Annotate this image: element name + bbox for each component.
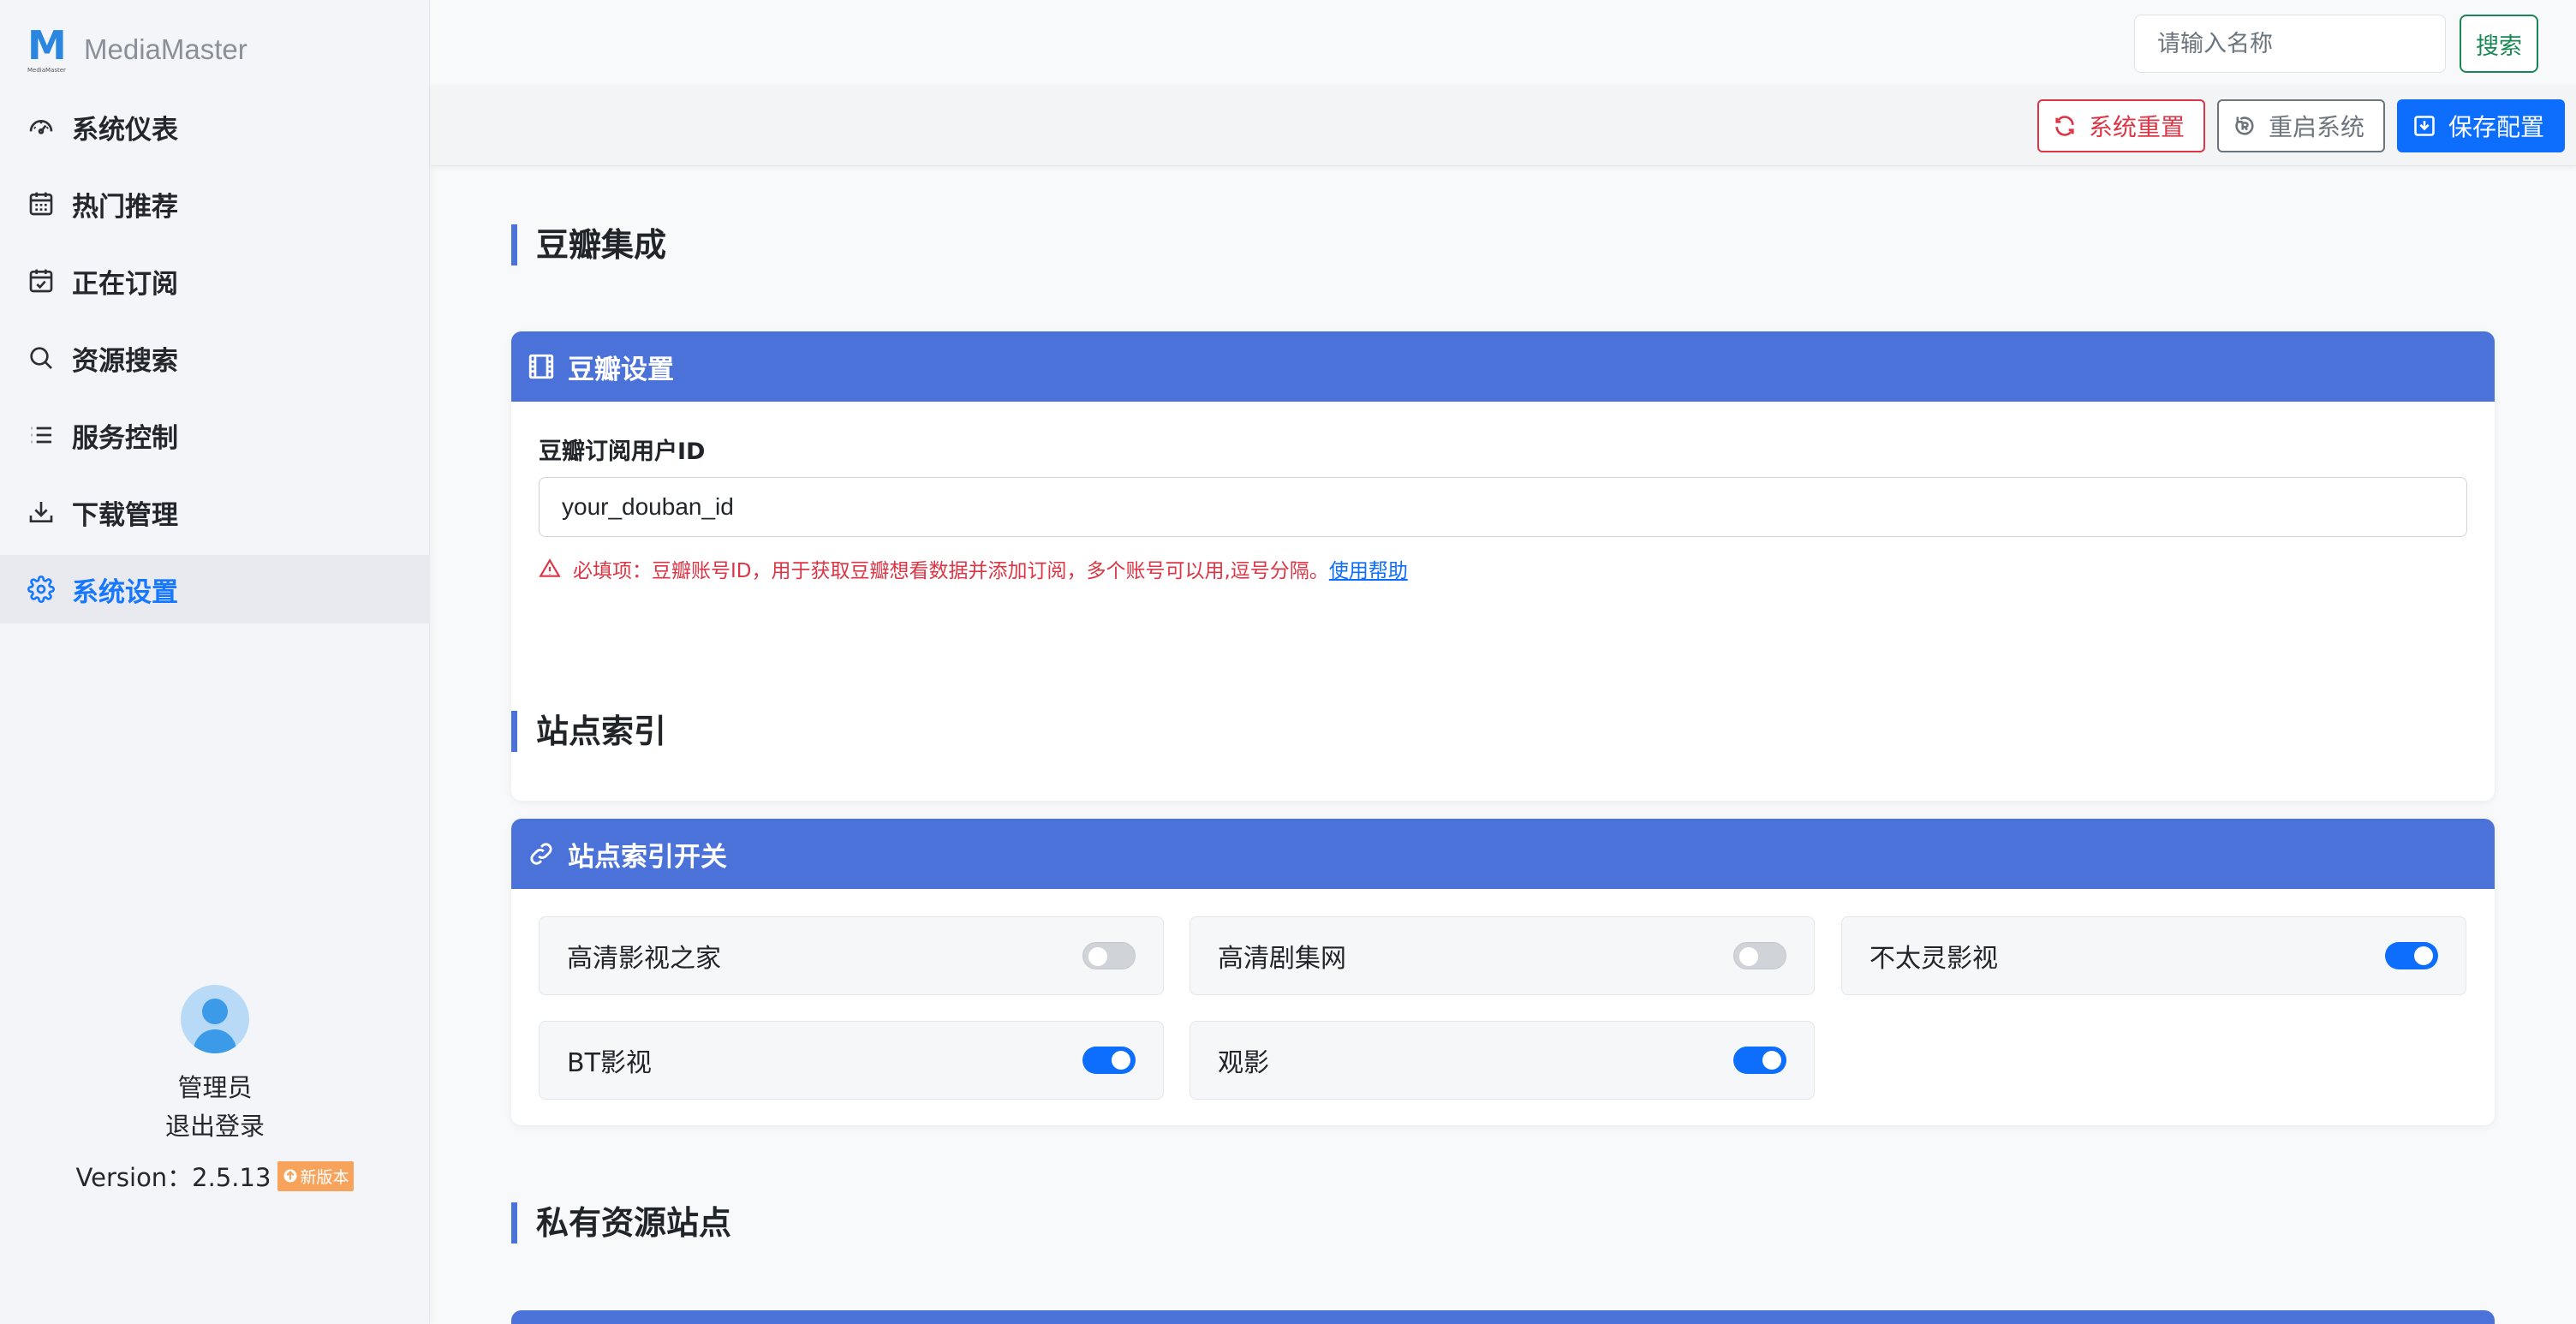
- arrow-up-icon: [283, 1169, 297, 1183]
- card-header-sites: 站点索引开关: [511, 819, 2495, 889]
- save-config-button[interactable]: 保存配置: [2397, 99, 2565, 152]
- usage-help-link[interactable]: 使用帮助: [1329, 554, 1408, 583]
- site-toggle-switch[interactable]: [1733, 942, 1786, 969]
- main-content: 豆瓣集成 豆瓣设置 豆瓣订阅用户ID 必填项：豆瓣账号ID，用于获取豆瓣想看数据…: [431, 166, 2576, 1324]
- site-toggle-tile[interactable]: 不太灵影视: [1841, 916, 2466, 995]
- calendar-check-icon: [26, 265, 57, 296]
- douban-settings-card: 豆瓣设置 豆瓣订阅用户ID 必填项：豆瓣账号ID，用于获取豆瓣想看数据并添加订阅…: [511, 331, 2495, 801]
- user-name: 管理员: [177, 1073, 253, 1102]
- version-line: Version：2.5.13 新版本: [0, 1158, 430, 1194]
- sidebar: M MediaMaster MediaMaster 系统仪表 热门推荐 正在订阅: [0, 0, 430, 1324]
- site-toggle-switch[interactable]: [1082, 942, 1136, 969]
- version-text: Version：2.5.13: [75, 1163, 271, 1192]
- sidebar-item-label: 热门推荐: [72, 191, 178, 223]
- douban-user-id-label: 豆瓣订阅用户ID: [539, 438, 706, 465]
- private-sites-card-header: [511, 1310, 2495, 1324]
- site-name: BT影视: [567, 1048, 652, 1078]
- site-toggle-tile[interactable]: 高清剧集网: [1190, 916, 1815, 995]
- sidebar-item-label: 系统仪表: [72, 114, 178, 146]
- brand[interactable]: M MediaMaster MediaMaster: [27, 24, 247, 75]
- douban-user-id-input[interactable]: [539, 477, 2467, 537]
- save-download-icon: [2414, 116, 2435, 136]
- sidebar-item-dashboard[interactable]: 系统仪表: [0, 92, 430, 161]
- site-toggle-tile[interactable]: 观影: [1190, 1021, 1815, 1100]
- douban-hint-text: 必填项：豆瓣账号ID，用于获取豆瓣想看数据并添加订阅，多个账号可以用,逗号分隔。: [573, 560, 1329, 582]
- sidebar-item-label: 资源搜索: [72, 345, 178, 377]
- site-index-card: 站点索引开关 高清影视之家 高清剧集网 不太灵影视 BT影视 观影: [511, 819, 2495, 1125]
- sidebar-nav: 系统仪表 热门推荐 正在订阅 资源搜索 服务控制 下载管理 系统设置: [0, 92, 430, 632]
- card-header-douban: 豆瓣设置: [511, 331, 2495, 402]
- restart-system-button[interactable]: 重启系统: [2217, 99, 2385, 152]
- douban-hint: 必填项：豆瓣账号ID，用于获取豆瓣想看数据并添加订阅，多个账号可以用,逗号分隔。…: [539, 554, 1408, 583]
- speedometer-icon: [26, 111, 57, 142]
- search-icon: [26, 343, 57, 373]
- sidebar-item-label: 正在订阅: [72, 268, 178, 300]
- site-name: 不太灵影视: [1869, 944, 1998, 974]
- restart-system-label: 重启系统: [2269, 114, 2365, 140]
- section-title-sites: 站点索引: [511, 711, 666, 752]
- sidebar-item-hot[interactable]: 热门推荐: [0, 170, 430, 238]
- gear-icon: [26, 574, 57, 605]
- sidebar-item-services[interactable]: 服务控制: [0, 401, 430, 469]
- section-title-douban: 豆瓣集成: [511, 224, 666, 265]
- warning-icon: [539, 558, 561, 577]
- list-icon: [26, 420, 57, 450]
- system-reset-label: 系统重置: [2089, 114, 2185, 140]
- sidebar-item-label: 下载管理: [72, 499, 178, 531]
- brand-name: MediaMaster: [84, 33, 247, 65]
- card-title: 站点索引开关: [568, 841, 727, 873]
- site-name: 高清影视之家: [567, 944, 721, 974]
- sidebar-item-subscriptions[interactable]: 正在订阅: [0, 247, 430, 315]
- site-toggle-tile[interactable]: 高清影视之家: [539, 916, 1164, 995]
- site-toggle-tile[interactable]: BT影视: [539, 1021, 1164, 1100]
- avatar: [181, 985, 249, 1053]
- site-toggle-switch[interactable]: [2385, 942, 2438, 969]
- section-title-private: 私有资源站点: [511, 1202, 731, 1243]
- search-input[interactable]: [2134, 15, 2446, 73]
- film-icon: [528, 354, 554, 379]
- new-version-badge[interactable]: 新版本: [277, 1160, 355, 1191]
- search-button[interactable]: 搜索: [2460, 15, 2538, 73]
- site-name: 高清剧集网: [1218, 944, 1346, 974]
- sidebar-item-settings[interactable]: 系统设置: [0, 555, 430, 623]
- site-toggle-switch[interactable]: [1733, 1047, 1786, 1074]
- sidebar-item-downloads[interactable]: 下载管理: [0, 478, 430, 546]
- new-version-label: 新版本: [300, 1167, 349, 1187]
- restart-icon: [2235, 116, 2254, 135]
- site-name: 观影: [1218, 1048, 1269, 1078]
- calendar-grid-icon: [26, 188, 57, 219]
- action-bar: 系统重置 重启系统 保存配置: [431, 86, 2576, 166]
- user-panel: 管理员 退出登录 Version：2.5.13 新版本: [0, 985, 430, 1194]
- refresh-icon: [2055, 116, 2074, 136]
- save-config-label: 保存配置: [2448, 114, 2545, 140]
- download-icon: [26, 497, 57, 528]
- site-toggle-switch[interactable]: [1082, 1047, 1136, 1074]
- logo-letter: M: [27, 22, 67, 69]
- mediamaster-logo-icon: M MediaMaster: [27, 22, 67, 74]
- sidebar-item-search[interactable]: 资源搜索: [0, 324, 430, 392]
- system-reset-button[interactable]: 系统重置: [2037, 99, 2205, 152]
- sidebar-item-label: 服务控制: [72, 422, 178, 454]
- link-icon: [530, 843, 552, 865]
- logout-link[interactable]: 退出登录: [0, 1106, 430, 1146]
- logo-subtext: MediaMaster: [27, 67, 66, 74]
- sidebar-item-label: 系统设置: [72, 576, 178, 608]
- card-title: 豆瓣设置: [568, 354, 674, 385]
